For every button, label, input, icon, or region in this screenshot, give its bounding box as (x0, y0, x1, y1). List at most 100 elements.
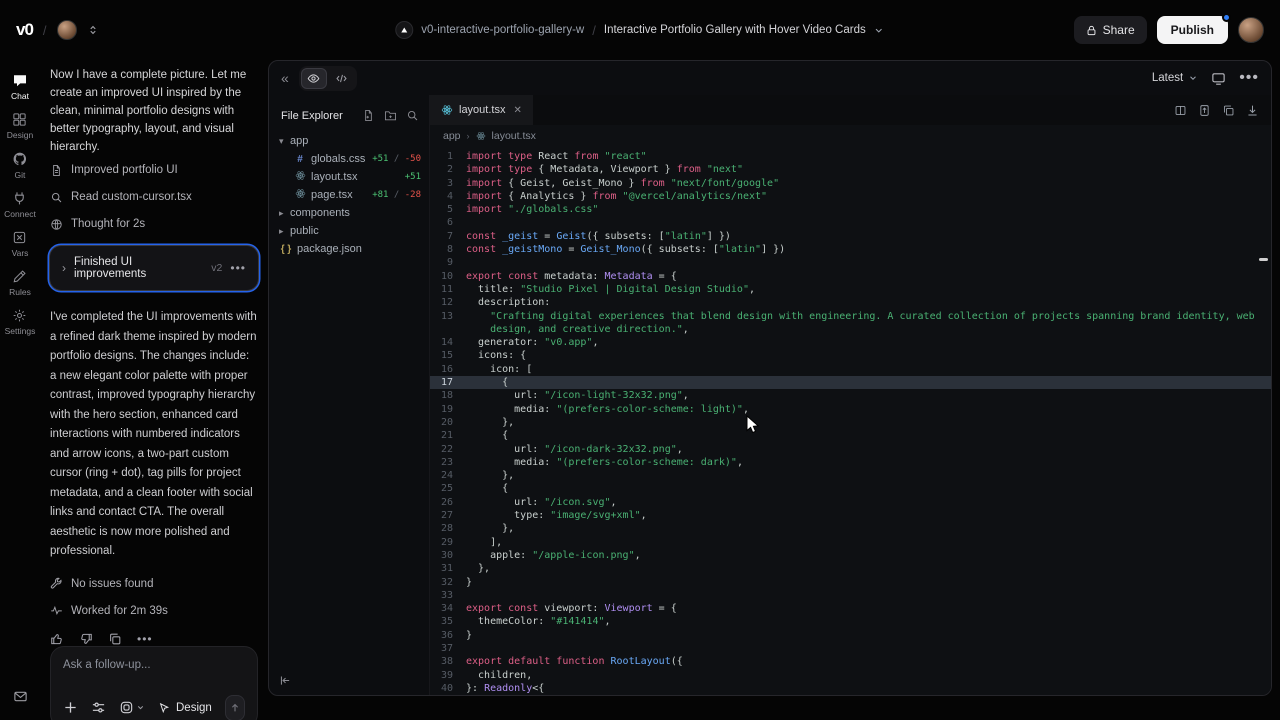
code-line: 3import { Geist, Geist_Mono } from "next… (430, 177, 1271, 190)
status-item-label: No issues found (71, 578, 153, 590)
more-options-button[interactable]: ••• (137, 632, 153, 646)
v0-logo[interactable]: v0 (16, 20, 33, 40)
new-file-icon[interactable] (362, 109, 375, 122)
code-line: 6 (430, 216, 1271, 229)
tree-item-page-tsx[interactable]: page.tsx+81 / -28 (269, 186, 429, 204)
copy-icon[interactable] (1222, 104, 1235, 117)
new-folder-icon[interactable] (384, 109, 397, 122)
dock-left-icon[interactable] (279, 674, 292, 687)
diff-stats: +51 (405, 172, 429, 182)
share-button[interactable]: Share (1074, 16, 1147, 44)
line-number: 38 (430, 655, 466, 668)
line-number: 14 (430, 336, 466, 349)
send-button[interactable] (225, 695, 245, 720)
chevron-down-icon[interactable] (874, 25, 885, 36)
export-file-icon[interactable] (1198, 104, 1211, 117)
tab-layout-tsx[interactable]: layout.tsx ✕ (430, 95, 533, 125)
chevron-down-icon (1188, 73, 1198, 83)
collapse-panel-icon[interactable]: « (281, 70, 289, 86)
chat-input[interactable]: Ask a follow-up... Design (50, 646, 258, 720)
tree-item-globals-css[interactable]: #globals.css+51 / -50 (269, 150, 429, 168)
line-number: 1 (430, 150, 466, 163)
breadcrumb-file[interactable]: layout.tsx (492, 130, 536, 142)
app-icon (119, 700, 134, 715)
sidebar-item-label: Git (15, 170, 26, 180)
code-line: 25 { (430, 482, 1271, 495)
task-item[interactable]: Read custom-cursor.tsx (50, 184, 258, 210)
code-line: 7const _geist = Geist({ subsets: ["latin… (430, 230, 1271, 243)
attach-button[interactable] (63, 700, 78, 715)
version-select[interactable]: Latest (1152, 72, 1198, 84)
tree-item-name: globals.css (311, 153, 365, 165)
tree-item-public[interactable]: ▸public (269, 222, 429, 240)
version-card-menu-button[interactable]: ••• (230, 261, 246, 275)
code-line: 39 children, (430, 669, 1271, 682)
line-number: 22 (430, 443, 466, 456)
tree-item-package-json[interactable]: { }package.json (269, 240, 429, 258)
chevron-down-icon (136, 703, 145, 712)
code-content[interactable]: 1import type React from "react"2import t… (430, 147, 1271, 695)
design-icon (12, 112, 27, 127)
tree-item-components[interactable]: ▸components (269, 204, 429, 222)
scrollbar-thumb[interactable] (1259, 258, 1268, 261)
model-select-button[interactable] (119, 700, 145, 715)
git-icon (12, 151, 28, 167)
download-icon[interactable] (1246, 104, 1259, 117)
pulse-icon (50, 604, 63, 617)
project-name[interactable]: v0-interactive-portfolio-gallery-w (421, 24, 584, 36)
sidebar-item-vars[interactable]: Vars (4, 230, 36, 258)
status-item[interactable]: Worked for 2m 39s (50, 598, 258, 624)
tree-item-name: page.tsx (311, 189, 353, 201)
sidebar-item-connect[interactable]: Connect (4, 191, 36, 219)
tree-item-layout-tsx[interactable]: layout.tsx+51 (269, 168, 429, 186)
search-icon[interactable] (406, 109, 419, 122)
code-line: 13 "Crafting digital experiences that bl… (430, 310, 1271, 323)
preview-eye-button[interactable] (301, 68, 327, 89)
line-number: 40 (430, 682, 466, 695)
view-toggle (299, 66, 357, 91)
divider-slash: / (43, 23, 47, 38)
design-mode-button[interactable]: Design (158, 702, 212, 714)
line-number: 30 (430, 549, 466, 562)
code-view-button[interactable] (329, 68, 355, 89)
version-card[interactable]: › Finished UI improvements v2 ••• (50, 246, 258, 290)
code-line: 21 { (430, 429, 1271, 442)
file-icon (50, 164, 63, 177)
sidebar-item-rules[interactable]: Rules (4, 269, 36, 297)
sidebar-item-label: Settings (5, 326, 36, 336)
sidebar-item-git[interactable]: Git (4, 151, 36, 180)
line-number: 10 (430, 270, 466, 283)
thumbs-down-button[interactable] (79, 632, 93, 646)
task-item[interactable]: Improved portfolio UI (50, 157, 258, 183)
version-card-title: Finished UI improvements (74, 256, 203, 280)
code-line: 1import type React from "react" (430, 150, 1271, 163)
team-avatar[interactable] (57, 20, 77, 40)
line-number: 24 (430, 469, 466, 482)
chat-name[interactable]: Interactive Portfolio Gallery with Hover… (604, 24, 866, 36)
breadcrumb: v0-interactive-portfolio-gallery-w / Int… (395, 0, 884, 60)
breadcrumb-separator: / (592, 23, 596, 38)
chevron-right-icon: › (467, 131, 470, 141)
sidebar-item-settings[interactable]: Settings (4, 308, 36, 336)
copy-button[interactable] (108, 632, 122, 646)
user-avatar[interactable] (1238, 17, 1264, 43)
rules-icon (12, 269, 27, 284)
line-number: 8 (430, 243, 466, 256)
status-item[interactable]: No issues found (50, 571, 258, 597)
thumbs-up-button[interactable] (50, 632, 64, 646)
chevron-up-down-icon[interactable] (87, 24, 99, 36)
tree-item-app[interactable]: ▾app (269, 132, 429, 150)
line-number: 9 (430, 256, 466, 269)
mail-icon[interactable] (13, 689, 28, 704)
breadcrumb-app[interactable]: app (443, 130, 461, 142)
settings-sliders-button[interactable] (91, 700, 106, 715)
sidebar-item-chat[interactable]: Chat (4, 72, 36, 101)
panel-more-button[interactable]: ••• (1239, 69, 1259, 87)
close-tab-icon[interactable]: ✕ (513, 105, 521, 116)
split-view-icon[interactable] (1174, 104, 1187, 117)
device-preview-button[interactable] (1211, 71, 1226, 86)
task-item-label: Improved portfolio UI (71, 164, 178, 176)
sidebar-item-design[interactable]: Design (4, 112, 36, 140)
publish-button[interactable]: Publish (1157, 16, 1228, 44)
task-item[interactable]: Thought for 2s (50, 211, 258, 237)
